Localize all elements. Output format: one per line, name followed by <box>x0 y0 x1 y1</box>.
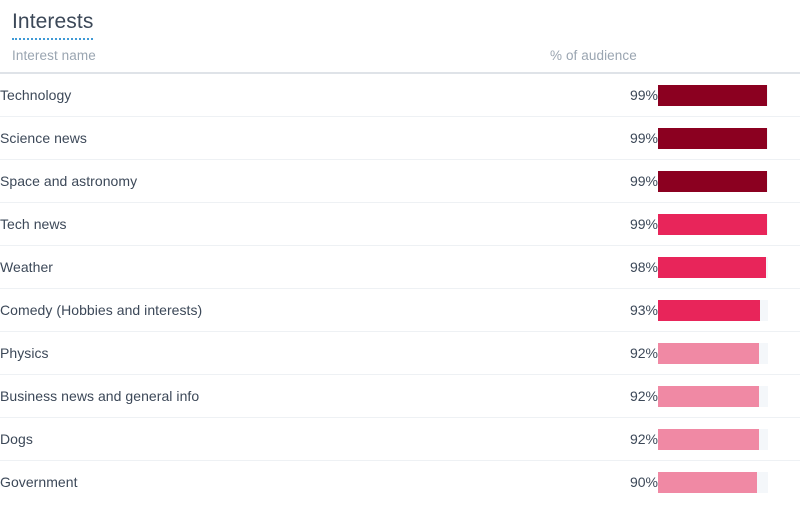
percent-value-cell: 98% <box>545 245 658 289</box>
percent-bar-cell <box>658 202 800 246</box>
percent-value-cell: 92% <box>545 374 658 418</box>
percent-value-cell: 90% <box>629 474 658 490</box>
interest-name-cell: Science news <box>0 116 545 160</box>
percent-value-cell: 99% <box>545 116 658 160</box>
interest-name-cell: Business news and general info <box>0 374 545 418</box>
bar-fill <box>658 170 767 192</box>
percent-bar-cell <box>658 116 800 160</box>
interest-name-cell: Technology <box>0 73 545 117</box>
table-row[interactable]: Technology 99% <box>0 73 800 117</box>
bar-track <box>658 428 768 450</box>
percent-value-cell: 99% <box>545 73 658 117</box>
bar-track <box>658 84 768 106</box>
table-row[interactable]: Physics 92% <box>0 331 800 375</box>
table-row[interactable]: Science news 99% <box>0 116 800 160</box>
percent-value-cell: 92% <box>545 417 658 461</box>
bar-track <box>658 342 768 364</box>
bar-track <box>658 170 768 192</box>
bar-fill <box>658 256 766 278</box>
interest-name-cell: Government <box>0 474 78 490</box>
table-header-row: Interest name % of audience <box>0 48 800 74</box>
percent-bar-cell <box>658 159 800 203</box>
table-row[interactable]: Space and astronomy 99% <box>0 159 800 203</box>
interest-name-cell: Space and astronomy <box>0 159 545 203</box>
percent-value-cell: 93% <box>545 288 658 332</box>
bar-track <box>658 385 768 407</box>
table-row[interactable]: Government 90% <box>0 461 800 504</box>
percent-bar-cell <box>658 288 800 332</box>
bar-track <box>658 471 768 493</box>
interests-table: Interest name % of audience Technology 99… <box>0 48 800 503</box>
table-row[interactable]: Business news and general info 92% <box>0 374 800 418</box>
bar-fill <box>658 342 760 364</box>
percent-value-cell: 99% <box>545 202 658 246</box>
percent-bar-cell <box>658 461 800 504</box>
percent-bar-cell <box>658 245 800 289</box>
interest-name-cell: Dogs <box>0 417 545 461</box>
bar-track <box>658 256 768 278</box>
table-body: Technology 99% Science news 99% Space and as… <box>0 73 800 503</box>
table-row[interactable]: Tech news 99% <box>0 202 800 246</box>
column-header-percent-of-audience[interactable]: % of audience <box>545 48 800 74</box>
bar-fill <box>658 84 767 106</box>
bar-fill <box>658 428 760 450</box>
column-header-interest-name[interactable]: Interest name <box>0 48 545 74</box>
table-header: Interest name % of audience <box>0 48 800 74</box>
percent-bar-cell <box>658 417 800 461</box>
percent-value-cell: 92% <box>545 331 658 375</box>
table-row[interactable]: Comedy (Hobbies and interests) 93% <box>0 288 800 332</box>
interest-name-cell: Comedy (Hobbies and interests) <box>0 288 545 332</box>
page-title[interactable]: Interests <box>12 9 94 40</box>
bar-fill <box>658 471 757 493</box>
bar-track <box>658 299 768 321</box>
bar-fill <box>658 127 767 149</box>
percent-bar-cell <box>658 374 800 418</box>
percent-value-cell: 99% <box>545 159 658 203</box>
percent-bar-cell <box>658 73 800 117</box>
bar-track <box>658 213 768 235</box>
table-row[interactable]: Weather 98% <box>0 245 800 289</box>
bar-fill <box>658 213 767 235</box>
panel-header: Interests <box>0 0 800 40</box>
percent-bar-cell <box>658 331 800 375</box>
bar-fill <box>658 299 761 321</box>
interest-name-cell: Physics <box>0 331 545 375</box>
interests-panel: Interests Interest name % of audience Te… <box>0 0 800 508</box>
bar-track <box>658 127 768 149</box>
bar-fill <box>658 385 760 407</box>
table-row[interactable]: Dogs 92% <box>0 417 800 461</box>
interest-name-cell: Weather <box>0 245 545 289</box>
interest-name-cell: Tech news <box>0 202 545 246</box>
